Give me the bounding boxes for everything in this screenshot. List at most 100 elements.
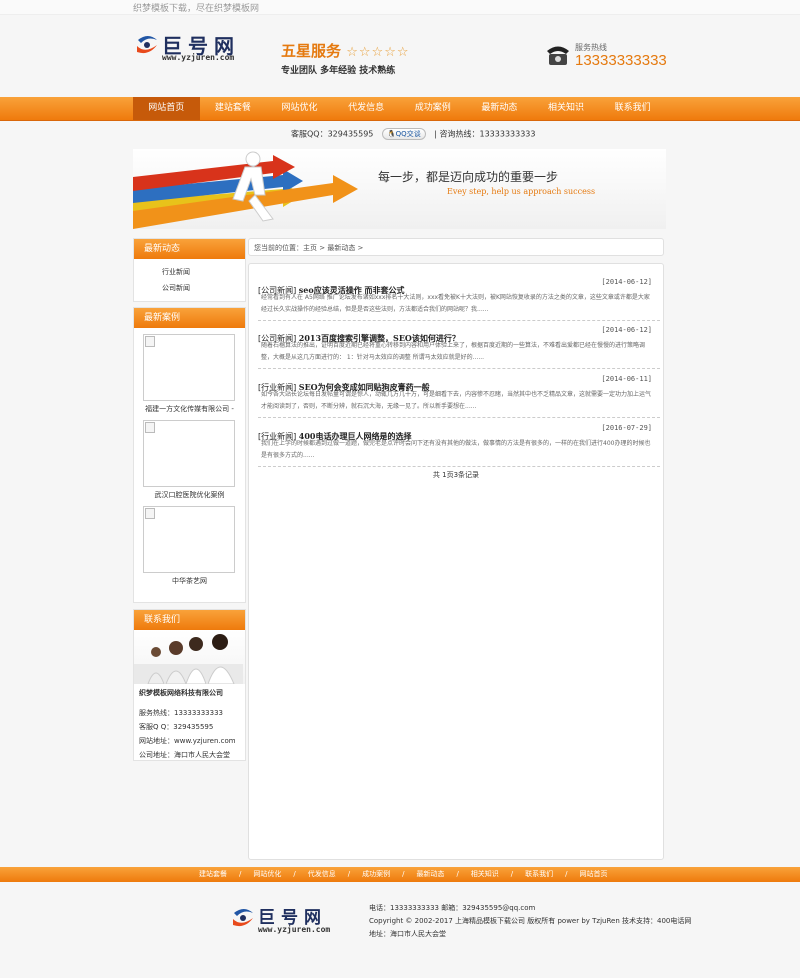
case-image[interactable] xyxy=(143,420,235,487)
qq-chat-button-label: QQ交谈 xyxy=(395,130,421,138)
qq-hotline: 咨询热线：13333333333 xyxy=(439,129,536,139)
nav-item-seo[interactable]: 网站优化 xyxy=(266,97,333,120)
qq-bar-divider: | xyxy=(434,129,437,139)
article-category[interactable]: [行业新闻] xyxy=(258,383,296,392)
nav-item-cases[interactable]: 成功案例 xyxy=(400,97,467,120)
nav-item-contact[interactable]: 联系我们 xyxy=(599,97,666,120)
footer-link-news[interactable]: 最新动态 xyxy=(416,867,444,882)
article-header: [行业新闻] SEO为何会变成如同贴狗皮膏药一般 [2014-06-11] xyxy=(258,375,660,392)
footer-separator: / xyxy=(565,870,568,878)
qq-contact-bar: 客服QQ：329435595 🐧QQ交谈 | 咨询热线：13333333333 xyxy=(291,128,536,140)
article-date: [2014-06-11] xyxy=(601,375,652,383)
customer-service-image xyxy=(134,630,245,684)
slogan-title: 五星服务 ☆☆☆☆☆ xyxy=(281,40,410,61)
footer-separator: / xyxy=(347,870,351,878)
footer-separator: / xyxy=(293,870,296,878)
footer-separator: / xyxy=(510,870,514,878)
case-image[interactable] xyxy=(143,506,235,573)
sidebar-news-list: 行业新闻 公司新闻 xyxy=(134,259,245,301)
footer-link-seo[interactable]: 网站优化 xyxy=(253,867,281,882)
contact-phone: 服务热线：13333333333 xyxy=(139,709,223,717)
footer-link-cases[interactable]: 成功案例 xyxy=(362,867,390,882)
footer-logo[interactable]: 巨号网 www.yzjuren.com xyxy=(231,903,341,937)
article-title-text[interactable]: 2013百度搜索引擎调整，SEO该如何进行？ xyxy=(299,333,460,343)
sidebar-link-company-news[interactable]: 公司新闻 xyxy=(134,280,245,296)
article-date: [2014-06-12] xyxy=(601,326,652,334)
list-item[interactable]: [行业新闻] 400电话办理巨人网络是的选择 [2016-07-29] 我们在上… xyxy=(258,424,660,467)
nav-item-news[interactable]: 最新动态 xyxy=(466,97,533,120)
list-item[interactable]: [公司新闻] seo应该灵活操作 而非套公式 [2014-06-12] 经常看到… xyxy=(258,278,660,321)
telephone-icon xyxy=(547,46,569,65)
case-name[interactable]: 武汉口腔医院优化案例 xyxy=(143,490,236,500)
top-strip-text: 织梦模板下载，尽在织梦模板网 xyxy=(133,4,260,14)
pagination-info: 共 1页3条记录 xyxy=(432,471,480,479)
article-title[interactable]: [行业新闻] 400电话办理巨人网络是的选择 xyxy=(258,431,412,441)
article-summary: 我们在上学的时候都遇到过做一道题，做完老是点评时会问下还有没有其他的做法，做事情… xyxy=(258,438,660,467)
nav-item-packages[interactable]: 建站套餐 xyxy=(200,97,267,120)
article-summary: 经常看到有人在 A5网络 推广论坛发布诸如xxx排名十大法则，xxx看免被K十大… xyxy=(258,292,660,321)
nav-item-knowledge[interactable]: 相关知识 xyxy=(533,97,600,120)
footer-nav: 建站套餐 / 网站优化 / 代发信息 / 成功案例 / 最新动态 / 相关知识 / 联系我们… xyxy=(0,867,800,882)
sidebar-news-box: 最新动态 行业新闻 公司新闻 xyxy=(133,238,246,302)
top-strip: 织梦模板下载，尽在织梦模板网 xyxy=(0,0,800,15)
article-title-text[interactable]: SEO为何会变成如同贴狗皮膏药一般 xyxy=(299,382,430,392)
case-name[interactable]: 中华茶艺网 xyxy=(143,576,236,586)
list-item[interactable]: [行业新闻] SEO为何会变成如同贴狗皮膏药一般 [2014-06-11] 如今… xyxy=(258,375,660,418)
case-item[interactable]: 武汉口腔医院优化案例 xyxy=(143,420,236,500)
qq-chat-button[interactable]: 🐧QQ交谈 xyxy=(381,128,426,140)
banner-headline: 每一步，都是迈向成功的重要一步 xyxy=(378,170,559,184)
article-title-text[interactable]: 400电话办理巨人网络是的选择 xyxy=(299,431,412,441)
footer-contact-line: 电话：13333333333 邮箱：329435595@qq.com xyxy=(369,904,536,912)
article-header: [公司新闻] 2013百度搜索引擎调整，SEO该如何进行？ [2014-06-1… xyxy=(258,326,660,343)
contact-company: 织梦模板网络科技有限公司 xyxy=(139,689,223,697)
footer-link-home[interactable]: 网站首页 xyxy=(580,867,608,882)
qq-label: 客服QQ：329435595 xyxy=(291,129,374,139)
contact-site: 网站地址：www.yzjuren.com xyxy=(139,737,236,745)
case-image[interactable] xyxy=(143,334,235,401)
logo-swoosh-icon xyxy=(233,909,253,927)
broken-image-icon xyxy=(145,336,155,347)
article-date: [2014-06-12] xyxy=(601,278,652,286)
broken-image-icon xyxy=(145,422,155,433)
sidebar-link-industry-news[interactable]: 行业新闻 xyxy=(134,264,245,280)
case-item[interactable]: 中华茶艺网 xyxy=(143,506,236,586)
sidebar-contact-title: 联系我们 xyxy=(134,610,245,630)
article-title[interactable]: [公司新闻] seo应该灵活操作 而非套公式 xyxy=(258,285,405,295)
nav-item-posting[interactable]: 代发信息 xyxy=(333,97,400,120)
article-category[interactable]: [公司新闻] xyxy=(258,334,296,343)
article-title-text[interactable]: seo应该灵活操作 而非套公式 xyxy=(299,285,405,295)
article-summary: 如今各大站长论坛每日发帖量可谓是惊人，动辄几万几十万，可是细看下去，内容惨不忍睹… xyxy=(258,389,660,418)
footer-link-packages[interactable]: 建站套餐 xyxy=(199,867,227,882)
article-summary: 随着石榴算法的推出，证明百度近期已经将重心转移到内容和用户体验上来了，根据百度近… xyxy=(258,340,660,369)
article-header: [公司新闻] seo应该灵活操作 而非套公式 [2014-06-12] xyxy=(258,278,660,295)
article-category[interactable]: [公司新闻] xyxy=(258,286,296,295)
hotline-number: 13333333333 xyxy=(575,52,667,69)
footer-address: 地址：海口市人民大会堂 xyxy=(369,930,446,938)
article-date: [2016-07-29] xyxy=(601,424,652,432)
nav-item-home[interactable]: 网站首页 xyxy=(133,97,200,120)
hero-banner: 每一步，都是迈向成功的重要一步 Evey step, help us appro… xyxy=(133,149,666,229)
slogan-subtitle: 专业团队 多年经验 技术熟练 xyxy=(281,66,396,76)
banner-english: Evey step, help us approach success xyxy=(447,187,596,196)
article-title[interactable]: [公司新闻] 2013百度搜索引擎调整，SEO该如何进行？ xyxy=(258,333,460,343)
contact-address: 公司地址：海口市人民大会堂 xyxy=(139,751,230,759)
footer-nav-items: 建站套餐 / 网站优化 / 代发信息 / 成功案例 / 最新动态 / 相关知识 / 联系我们… xyxy=(199,867,608,882)
broken-image-icon xyxy=(145,508,155,519)
qq-penguin-icon: 🐧 xyxy=(386,130,396,138)
footer-info: 电话：13333333333 邮箱：329435595@qq.com Copyr… xyxy=(369,902,691,941)
case-name[interactable]: 福建一方文化传媒有限公司 - xyxy=(143,404,236,414)
breadcrumb[interactable]: 您当前的位置：主页 > 最新动态 > xyxy=(248,238,664,256)
footer-link-knowledge[interactable]: 相关知识 xyxy=(471,867,499,882)
footer-copyright: Copyright © 2002-2017 上海精品模板下载公司 版权所有 po… xyxy=(369,917,692,925)
footer-link-posting[interactable]: 代发信息 xyxy=(308,867,336,882)
site-logo[interactable]: 巨号网 www.yzjuren.com xyxy=(135,30,245,64)
footer-logo-url: www.yzjuren.com xyxy=(258,925,331,934)
article-title[interactable]: [行业新闻] SEO为何会变成如同贴狗皮膏药一般 xyxy=(258,382,430,392)
main-nav-items: 网站首页 建站套餐 网站优化 代发信息 成功案例 最新动态 相关知识 联系我们 xyxy=(133,97,666,120)
case-item[interactable]: 福建一方文化传媒有限公司 - xyxy=(143,334,236,414)
slogan: 五星服务 ☆☆☆☆☆ 专业团队 多年经验 技术熟练 xyxy=(281,40,410,76)
footer-separator: / xyxy=(402,870,405,878)
article-category[interactable]: [行业新闻] xyxy=(258,432,296,441)
footer-link-contact[interactable]: 联系我们 xyxy=(525,867,553,882)
list-item[interactable]: [公司新闻] 2013百度搜索引擎调整，SEO该如何进行？ [2014-06-1… xyxy=(258,326,660,369)
